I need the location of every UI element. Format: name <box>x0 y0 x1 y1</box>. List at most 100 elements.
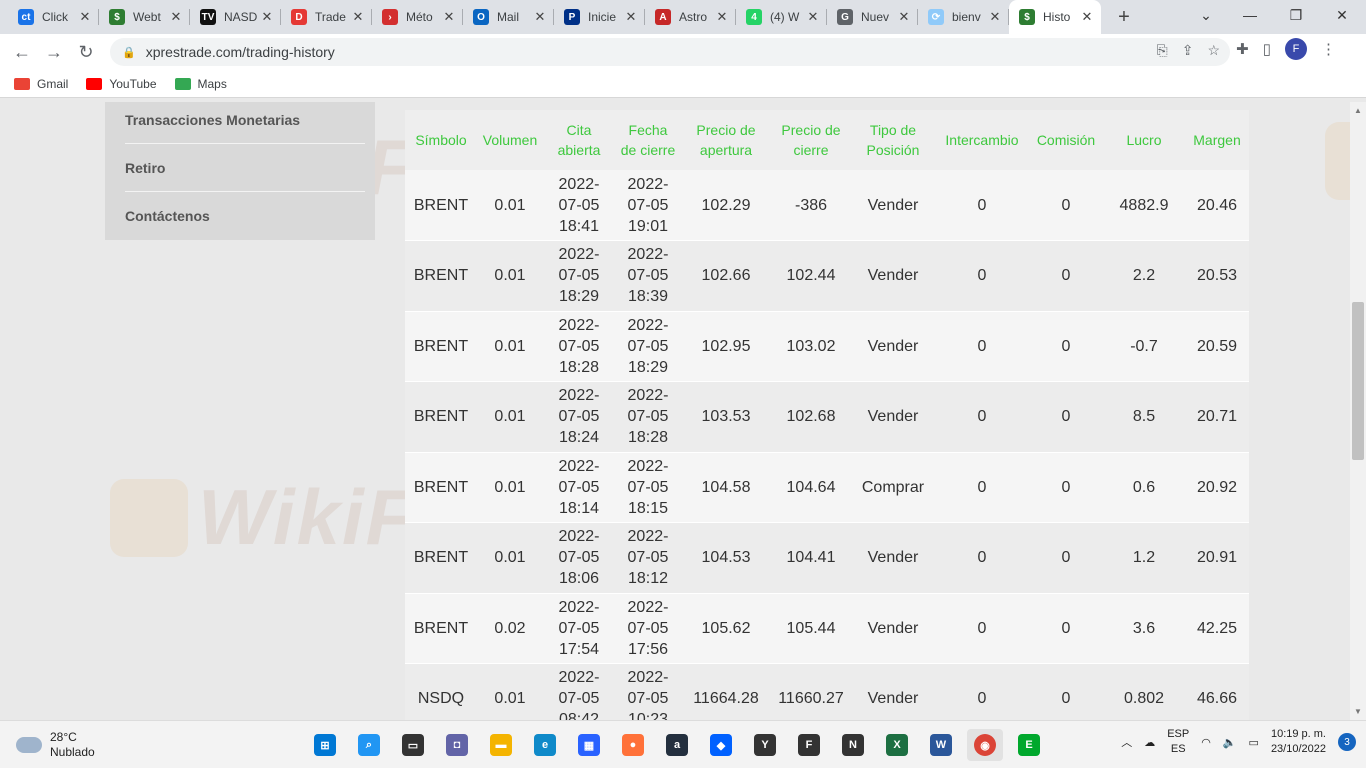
amazon-icon[interactable]: a <box>659 729 695 761</box>
column-header[interactable]: Símbolo <box>405 110 477 170</box>
app-y-icon[interactable]: Y <box>747 729 783 761</box>
scroll-up-icon[interactable]: ▲ <box>1354 106 1362 115</box>
bookmark-maps[interactable]: Maps <box>174 77 227 91</box>
browser-tab[interactable]: $ Histo ✕ <box>1009 0 1101 34</box>
wifi-icon[interactable]: ◠ <box>1201 736 1211 749</box>
search-icon[interactable]: ⌕ <box>351 729 387 761</box>
tab-close-icon[interactable]: ✕ <box>1079 9 1095 25</box>
forward-icon[interactable]: → <box>38 36 70 68</box>
excel-icon[interactable]: X <box>879 729 915 761</box>
column-header[interactable]: Fecha de cierre <box>615 110 681 170</box>
language-indicator[interactable]: ESP ES <box>1167 727 1189 757</box>
table-cell: Vender <box>851 663 935 720</box>
weather-widget[interactable]: 28°C Nublado <box>16 730 95 760</box>
app-n-icon[interactable]: N <box>835 729 871 761</box>
translate-icon[interactable]: ⎘ <box>1157 42 1168 59</box>
table-row: NSDQ 0.01 2022- 07-05 08:42 2022- 07-05 10:23 11… <box>405 663 1249 720</box>
tab-close-icon[interactable]: ✕ <box>441 9 457 25</box>
browser-tab[interactable]: A Astro ✕ <box>645 0 736 34</box>
browser-tab[interactable]: 4 (4) W ✕ <box>736 0 827 34</box>
menu-transacciones-monetarias[interactable]: Transacciones Monetarias <box>125 102 365 144</box>
table-cell: BRENT <box>405 522 477 594</box>
page-scrollbar[interactable]: ▲ ▼ <box>1350 102 1366 720</box>
table-cell: 0 <box>1029 240 1103 312</box>
column-header[interactable]: Margen <box>1185 110 1249 170</box>
close-window-button[interactable]: ✕ <box>1320 0 1364 30</box>
table-row: BRENT 0.01 2022- 07-05 18:28 2022- 07-05 18:29 1… <box>405 311 1249 382</box>
column-header[interactable]: Intercambio <box>935 110 1029 170</box>
browser-tab[interactable]: G Nuev ✕ <box>827 0 918 34</box>
column-header[interactable]: Lucro <box>1103 110 1185 170</box>
browser-tab[interactable]: ct Click ✕ <box>8 0 99 34</box>
tab-search-icon[interactable]: ⌄ <box>1184 0 1228 30</box>
column-header[interactable]: Precio de apertura <box>681 110 771 170</box>
onedrive-icon[interactable]: ☁ <box>1144 736 1155 749</box>
browser-tab[interactable]: D Trade ✕ <box>281 0 372 34</box>
bookmark-star-icon[interactable]: ☆ <box>1207 42 1220 59</box>
back-icon[interactable]: ← <box>6 36 38 68</box>
browser-tab[interactable]: › Méto ✕ <box>372 0 463 34</box>
chrome-icon[interactable]: ◉ <box>967 729 1003 761</box>
scrollbar-thumb[interactable] <box>1352 302 1364 460</box>
store-icon[interactable]: ▦ <box>571 729 607 761</box>
tab-close-icon[interactable]: ✕ <box>623 9 639 25</box>
app-f-icon[interactable]: F <box>791 729 827 761</box>
tab-close-icon[interactable]: ✕ <box>805 9 821 25</box>
share-icon[interactable]: ⇪ <box>1182 42 1194 59</box>
system-clock[interactable]: 10:19 p. m. 23/10/2022 <box>1271 727 1326 757</box>
task-view-icon[interactable]: ▭ <box>395 729 431 761</box>
edge-icon[interactable]: e <box>527 729 563 761</box>
menu-icon[interactable]: ⋮ <box>1321 40 1336 58</box>
maximize-button[interactable]: ❐ <box>1274 0 1318 30</box>
column-header[interactable]: Volumen <box>477 110 543 170</box>
side-panel-icon[interactable]: ▯ <box>1263 40 1271 58</box>
tab-close-icon[interactable]: ✕ <box>532 9 548 25</box>
evernote-icon[interactable]: E <box>1011 729 1047 761</box>
table-cell: Comprar <box>851 452 935 523</box>
table-cell: Vender <box>851 381 935 453</box>
bookmark-gmail[interactable]: Gmail <box>14 77 68 91</box>
tray-chevron-icon[interactable]: ︿ <box>1121 734 1132 750</box>
battery-icon[interactable]: ▭ <box>1249 736 1259 749</box>
tab-close-icon[interactable]: ✕ <box>896 9 912 25</box>
new-tab-button[interactable]: + <box>1109 0 1139 34</box>
firefox-icon[interactable]: ● <box>615 729 651 761</box>
tab-close-icon[interactable]: ✕ <box>259 9 275 25</box>
tab-close-icon[interactable]: ✕ <box>168 9 184 25</box>
tab-close-icon[interactable]: ✕ <box>77 9 93 25</box>
browser-tab[interactable]: O Mail ✕ <box>463 0 554 34</box>
dropbox-icon[interactable]: ◆ <box>703 729 739 761</box>
table-cell: 2022- 07-05 08:42 <box>543 663 615 720</box>
chat-icon[interactable]: ◘ <box>439 729 475 761</box>
menu-retiro[interactable]: Retiro <box>125 144 365 192</box>
tab-close-icon[interactable]: ✕ <box>350 9 366 25</box>
table-cell: Vender <box>851 311 935 382</box>
tab-close-icon[interactable]: ✕ <box>714 9 730 25</box>
column-header[interactable]: Comisión <box>1029 110 1103 170</box>
bookmark-youtube[interactable]: YouTube <box>86 77 157 91</box>
address-bar[interactable]: 🔒 xprestrade.com/trading-history ⎘ ⇪ ☆ <box>110 38 1230 66</box>
table-cell: BRENT <box>405 381 477 453</box>
extensions-icon[interactable]: ✚ <box>1236 40 1249 58</box>
table-cell: 0 <box>935 593 1029 664</box>
browser-tab[interactable]: ⟳ bienv ✕ <box>918 0 1009 34</box>
volume-icon[interactable]: 🔈 <box>1223 736 1237 749</box>
menu-contactenos[interactable]: Contáctenos <box>125 192 365 240</box>
browser-tab[interactable]: TV NASD ✕ <box>190 0 281 34</box>
file-explorer-icon[interactable]: ▬ <box>483 729 519 761</box>
table-cell: BRENT <box>405 452 477 523</box>
browser-tab[interactable]: P Inicie ✕ <box>554 0 645 34</box>
tab-close-icon[interactable]: ✕ <box>987 9 1003 25</box>
notification-badge[interactable]: 3 <box>1338 733 1356 751</box>
minimize-button[interactable]: — <box>1228 0 1272 30</box>
start-icon[interactable]: ⊞ <box>307 729 343 761</box>
scroll-down-icon[interactable]: ▼ <box>1354 707 1362 716</box>
browser-tab[interactable]: $ Webt ✕ <box>99 0 190 34</box>
word-icon[interactable]: W <box>923 729 959 761</box>
column-header[interactable]: Precio de cierre <box>771 110 851 170</box>
column-header[interactable]: Tipo de Posición <box>851 110 935 170</box>
column-header[interactable]: Cita abierta <box>543 110 615 170</box>
reload-icon[interactable]: ↻ <box>70 36 102 68</box>
table-cell: 0.01 <box>477 663 543 720</box>
profile-avatar[interactable]: F <box>1285 38 1307 60</box>
